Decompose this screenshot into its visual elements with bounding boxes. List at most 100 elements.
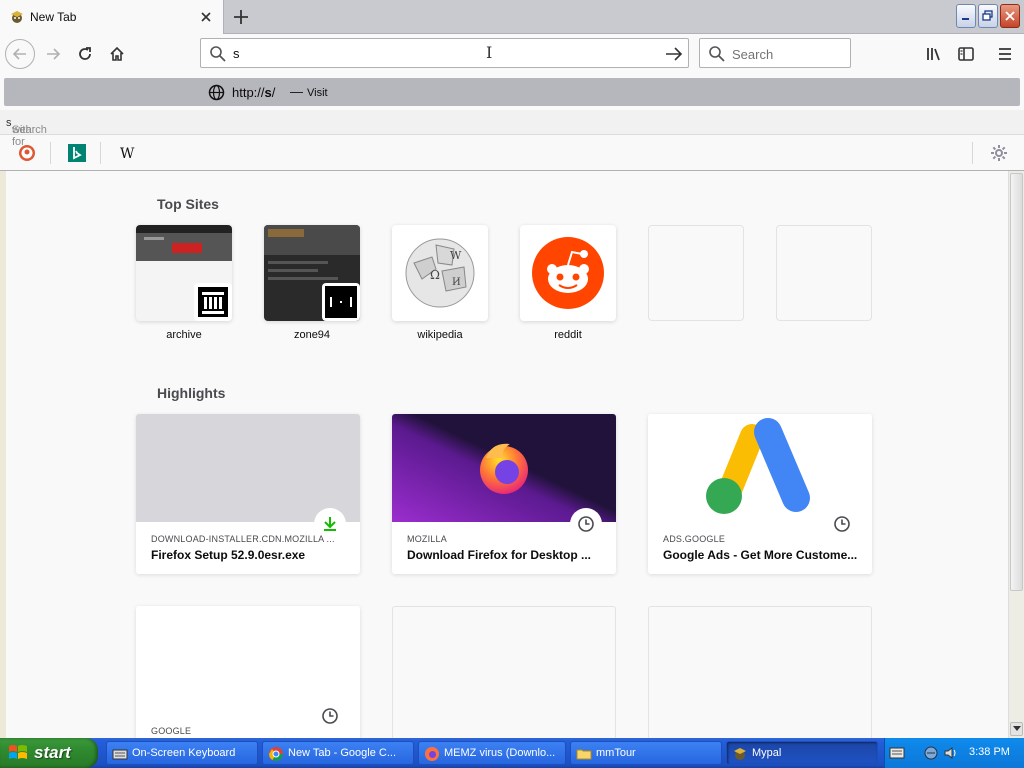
restore-icon: [982, 10, 993, 21]
tab-title: New Tab: [30, 10, 77, 24]
highlight-title: Firefox Setup 52.9.0esr.exe: [151, 548, 306, 562]
search-bar[interactable]: Search: [699, 38, 851, 68]
mypal-icon: [734, 748, 746, 760]
folder-icon: [576, 749, 592, 760]
top-site-archive[interactable]: archive: [136, 225, 232, 341]
taskbar-item-chrome[interactable]: New Tab - Google C...: [262, 741, 414, 765]
task-label: On-Screen Keyboard: [132, 747, 236, 759]
minimize-icon: [962, 18, 969, 20]
wikipedia-icon: W: [120, 146, 135, 162]
clock-icon: [322, 708, 338, 724]
scroll-down-button[interactable]: [1010, 722, 1023, 736]
volume-tray-icon[interactable]: [943, 745, 959, 761]
wikipedia-button[interactable]: W: [116, 142, 138, 164]
search-icon: [709, 46, 725, 62]
forward-arrow-icon: [47, 48, 61, 60]
google-ads-logo-thumbnail: [648, 414, 872, 522]
reload-button[interactable]: [70, 39, 100, 69]
top-site-wikipedia[interactable]: Ω W И wikipedia: [392, 225, 488, 341]
highlight-title: Google Ads - Get More Custome...: [663, 548, 858, 562]
library-icon: [927, 48, 940, 61]
top-site-placeholder: [776, 225, 872, 321]
taskbar-item-memz[interactable]: MEMZ virus (Downlo...: [418, 741, 566, 765]
search-settings-button[interactable]: [988, 142, 1010, 164]
top-site-thumbnail: [264, 225, 360, 321]
network-tray-icon[interactable]: [923, 745, 939, 761]
url-bar[interactable]: s I: [200, 38, 689, 68]
top-site-empty: [776, 225, 872, 321]
top-site-zone94[interactable]: zone94: [264, 225, 360, 341]
gear-icon: [991, 145, 1007, 161]
top-sites-heading: Top Sites: [157, 196, 219, 212]
autocomplete-result-row[interactable]: http://s/ — Visit: [4, 78, 1020, 106]
hamburger-menu-icon: [999, 48, 1011, 60]
engine-divider: [972, 142, 973, 164]
taskbar-item-mypal[interactable]: Mypal: [726, 741, 878, 765]
wikipedia-globe-icon: Ω W И: [405, 238, 475, 308]
close-tab-icon[interactable]: [197, 8, 215, 26]
windows-logo-icon: [9, 745, 27, 759]
taskbar-item-mmtour[interactable]: mmTour: [570, 741, 722, 765]
autocomplete-url: http://s/: [232, 85, 276, 100]
highlight-card-mozilla[interactable]: MOZILLA Download Firefox for Desktop ...: [392, 414, 616, 574]
archive-building-icon: [198, 287, 228, 317]
keyboard-tray-icon[interactable]: [889, 745, 905, 761]
url-input-value[interactable]: s: [233, 46, 240, 61]
close-window-icon: [1005, 11, 1015, 21]
new-tab-page: Top Sites archive zone94 Ω W И wikipedia…: [6, 171, 1008, 738]
system-tray: 3:38 PM: [884, 738, 1024, 768]
minimize-button[interactable]: [956, 4, 976, 28]
clock[interactable]: 3:38 PM: [969, 746, 1010, 758]
top-site-reddit[interactable]: reddit: [520, 225, 616, 341]
globe-icon: [208, 84, 225, 101]
top-site-thumbnail: [520, 225, 616, 321]
engine-divider: [100, 142, 101, 164]
scrollbar-thumb[interactable]: [1010, 173, 1023, 591]
new-tab-plus-icon[interactable]: [228, 5, 254, 29]
close-window-button[interactable]: [1000, 4, 1020, 28]
chrome-icon: [269, 747, 283, 761]
back-button[interactable]: [5, 39, 35, 69]
one-off-search-engines: W: [0, 135, 1024, 170]
top-site-label: zone94: [293, 329, 331, 341]
search-placeholder: Search: [732, 47, 774, 62]
home-button[interactable]: [102, 39, 132, 69]
task-label: New Tab - Google C...: [288, 747, 397, 759]
menu-button[interactable]: [993, 42, 1017, 66]
download-icon: [324, 517, 336, 531]
highlight-card-firefox-setup[interactable]: DOWNLOAD-INSTALLER.CDN.MOZILLA ... Firef…: [136, 414, 360, 574]
forward-button[interactable]: [38, 39, 68, 69]
highlights-heading: Highlights: [157, 385, 226, 401]
highlight-card-google-ads[interactable]: ADS.GOOGLE Google Ads - Get More Custome…: [648, 414, 872, 574]
duckduckgo-icon: [19, 145, 35, 161]
top-site-label: archive: [166, 329, 202, 341]
tab-strip: New Tab: [0, 0, 1024, 34]
reload-icon: [79, 47, 91, 60]
vertical-scrollbar[interactable]: [1008, 171, 1024, 738]
window-controls: [956, 4, 1020, 28]
svg-text:Ω: Ω: [430, 268, 440, 282]
highlight-host: MOZILLA: [407, 534, 447, 544]
mypal-favicon-icon: [11, 11, 23, 23]
start-button[interactable]: start: [0, 738, 98, 768]
tab-new-tab[interactable]: New Tab: [0, 0, 224, 34]
highlight-thumbnail: [136, 414, 360, 522]
top-site-thumbnail: Ω W И: [392, 225, 488, 321]
autocomplete-action: Visit: [307, 87, 328, 99]
sidebar-button[interactable]: [954, 42, 978, 66]
highlight-card-google[interactable]: GOOGLE: [136, 606, 360, 738]
taskbar-item-on-screen-keyboard[interactable]: On-Screen Keyboard: [106, 741, 258, 765]
clock-icon: [578, 516, 594, 532]
restore-button[interactable]: [978, 4, 998, 28]
top-site-empty: [648, 225, 744, 321]
autocomplete-separator: —: [290, 84, 303, 99]
duckduckgo-button[interactable]: [16, 142, 38, 164]
back-arrow-icon: [12, 48, 26, 60]
go-arrow-icon[interactable]: [664, 44, 684, 64]
text-cursor-icon: I: [486, 43, 493, 62]
highlight-thumbnail: [136, 606, 360, 714]
highlight-host: DOWNLOAD-INSTALLER.CDN.MOZILLA ...: [151, 534, 335, 544]
bing-button[interactable]: [66, 142, 88, 164]
library-button[interactable]: [922, 42, 946, 66]
engine-divider: [50, 142, 51, 164]
